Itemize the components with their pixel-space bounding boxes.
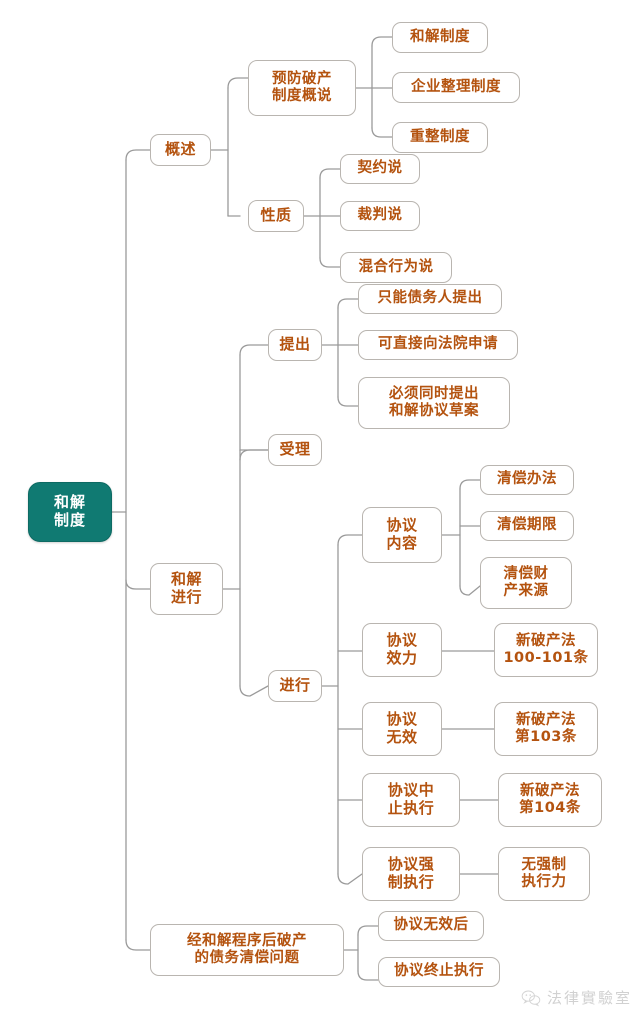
node-nature[interactable]: 性质 [248,200,304,232]
node-agreement-suspend-execution[interactable]: 协议中 止执行 [362,773,460,827]
watermark: 法律實驗室 [521,987,632,1008]
node-restructuring-system[interactable]: 重整制度 [392,122,488,153]
node-repayment-method[interactable]: 清偿办法 [480,465,574,495]
node-overview[interactable]: 概述 [150,134,211,166]
node-bankruptcy-law-103[interactable]: 新破产法 第103条 [494,702,598,756]
node-bankruptcy-law-100-101[interactable]: 新破产法 100-101条 [494,623,598,677]
node-debtor-only-filing[interactable]: 只能债务人提出 [358,284,502,314]
node-acceptance[interactable]: 受理 [268,434,322,466]
node-no-enforceability[interactable]: 无强制 执行力 [498,847,590,901]
node-bankruptcy-law-104[interactable]: 新破产法 第104条 [498,773,602,827]
node-post-settlement-debt-repayment[interactable]: 经和解程序后破产 的债务清偿问题 [150,924,344,976]
node-agreement-content[interactable]: 协议 内容 [362,507,442,563]
node-direct-court-application[interactable]: 可直接向法院申请 [358,330,518,360]
node-enterprise-reorganization-system[interactable]: 企业整理制度 [392,72,520,103]
node-repayment-period[interactable]: 清偿期限 [480,511,574,541]
node-repayment-property-source[interactable]: 清偿财 产来源 [480,557,572,609]
node-after-agreement-invalid[interactable]: 协议无效后 [378,911,484,941]
node-mixed-act-theory[interactable]: 混合行为说 [340,252,452,283]
node-prevention-bankruptcy-overview[interactable]: 预防破产 制度概说 [248,60,356,116]
node-adjudication-theory[interactable]: 裁判说 [340,201,420,231]
node-agreement-compulsory-execution[interactable]: 协议强 制执行 [362,847,460,901]
node-agreement-invalid[interactable]: 协议 无效 [362,702,442,756]
node-contract-theory[interactable]: 契约说 [340,154,420,184]
node-reconciliation-proceeding[interactable]: 和解 进行 [150,563,223,615]
node-progress[interactable]: 进行 [268,670,322,702]
node-agreement-effect[interactable]: 协议 效力 [362,623,442,677]
root-node-reconciliation-system[interactable]: 和解 制度 [28,482,112,542]
node-after-agreement-terminated[interactable]: 协议终止执行 [378,957,500,987]
watermark-text: 法律實驗室 [546,989,632,1007]
node-reconciliation-system-leaf[interactable]: 和解制度 [392,22,488,53]
node-must-submit-draft-agreement[interactable]: 必须同时提出 和解协议草案 [358,377,510,429]
mindmap-canvas: 和解 制度 概述 预防破产 制度概说 和解制度 企业整理制度 重整制度 性质 契… [0,0,640,1020]
node-filing[interactable]: 提出 [268,329,322,361]
wechat-icon [521,990,541,1006]
